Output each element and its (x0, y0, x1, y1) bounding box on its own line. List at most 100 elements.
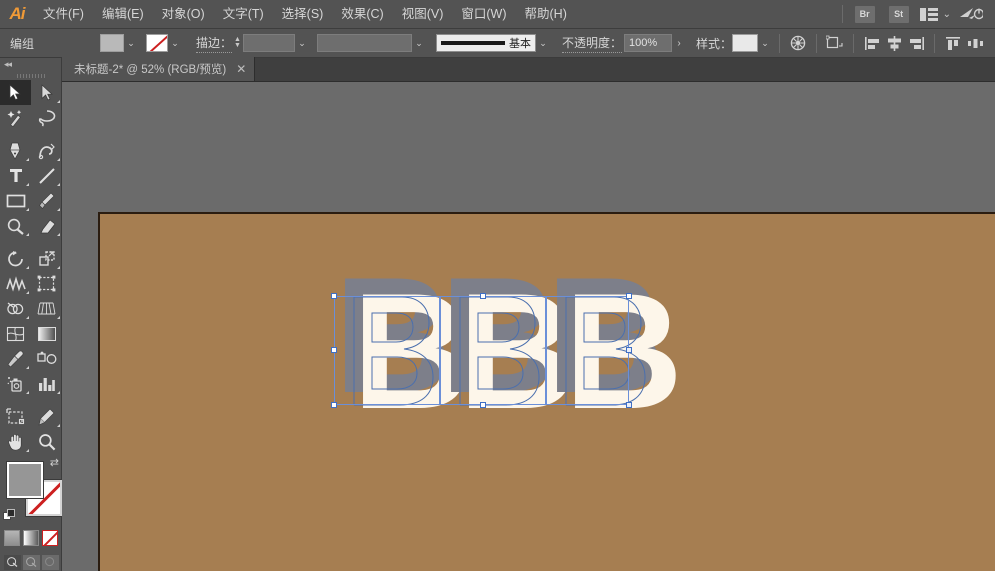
tool-perspective-grid[interactable] (31, 296, 62, 321)
tool-magic-wand[interactable] (0, 105, 31, 130)
style-chevron-icon[interactable]: ⌄ (758, 34, 772, 52)
stroke-color-swatch[interactable] (146, 34, 168, 52)
menu-object[interactable]: 对象(O) (153, 0, 214, 29)
canvas-area[interactable]: B B B B B B (62, 82, 995, 571)
screen-mode-full-icon[interactable] (41, 554, 59, 570)
variable-width-profile-input[interactable] (317, 34, 413, 52)
screen-mode-buttons (0, 550, 62, 571)
tool-curvature[interactable] (31, 138, 62, 163)
selection-handle-top-center[interactable] (480, 293, 486, 299)
opacity-input[interactable]: 100% (624, 34, 673, 52)
tool-mesh[interactable] (0, 321, 31, 346)
menu-edit[interactable]: 编辑(E) (93, 0, 153, 29)
tools-panel-collapse-button[interactable]: ◂◂ (0, 58, 61, 71)
selection-handle-bottom-left[interactable] (331, 402, 337, 408)
tool-column-graph[interactable] (31, 371, 62, 396)
stroke-weight-stepper[interactable]: ▲ ▼ (232, 34, 243, 52)
opacity-more-icon[interactable]: › (672, 34, 686, 52)
menu-effect[interactable]: 效果(C) (332, 0, 392, 29)
none-button[interactable] (42, 530, 58, 546)
brush-stroke-preview-icon (441, 41, 506, 45)
fill-dropdown-chevron-icon[interactable]: ⌄ (124, 34, 138, 52)
tool-lasso[interactable] (31, 105, 62, 130)
tool-zoom[interactable] (31, 429, 62, 454)
tool-hand[interactable] (0, 429, 31, 454)
gradient-button[interactable] (23, 530, 39, 546)
tool-line-segment[interactable] (31, 163, 62, 188)
menu-bar-right-cluster: Br St ⌄ (837, 0, 995, 29)
artboard[interactable]: B B B B B B (98, 212, 995, 571)
tool-rectangle[interactable] (0, 188, 31, 213)
tool-group-indicator-icon (26, 449, 29, 452)
tool-blend[interactable] (31, 346, 62, 371)
chevron-down-icon: ⌄ (942, 8, 951, 20)
menu-help[interactable]: 帮助(H) (516, 0, 576, 29)
tool-selection[interactable] (0, 80, 31, 105)
tool-pen[interactable] (0, 138, 31, 163)
menu-select[interactable]: 选择(S) (273, 0, 333, 29)
tool-width[interactable] (0, 271, 31, 296)
opacity-label: 不透明度： (562, 34, 623, 53)
align-top-icon[interactable] (942, 33, 964, 53)
menu-type[interactable]: 文字(T) (214, 0, 273, 29)
stock-icon[interactable]: St (888, 5, 909, 23)
swap-fill-stroke-icon[interactable]: ⇄ (50, 456, 59, 469)
screen-mode-normal-icon[interactable] (3, 554, 21, 570)
variable-width-chevron-icon[interactable]: ⌄ (412, 34, 426, 52)
selection-handle-middle-left[interactable] (331, 347, 337, 353)
graphic-style-swatch[interactable] (732, 34, 759, 52)
color-button[interactable] (4, 530, 20, 546)
style-label: 样式： (696, 36, 733, 51)
fill-color-indicator[interactable] (6, 461, 44, 499)
brush-chevron-icon[interactable]: ⌄ (536, 34, 550, 52)
selection-handle-bottom-center[interactable] (480, 402, 486, 408)
transform-icon[interactable] (824, 33, 846, 53)
menu-file[interactable]: 文件(F) (34, 0, 93, 29)
distribute-icon[interactable] (964, 33, 986, 53)
tool-scale[interactable] (31, 246, 62, 271)
selection-handle-middle-right[interactable] (626, 347, 632, 353)
tool-group-indicator-icon (57, 424, 60, 427)
bridge-icon[interactable]: Br (854, 5, 875, 23)
screen-mode-full-menu-icon[interactable] (22, 554, 40, 570)
illustrator-window: Ai 文件(F) 编辑(E) 对象(O) 文字(T) 选择(S) 效果(C) 视… (0, 0, 995, 571)
stroke-weight-chevron-icon[interactable]: ⌄ (295, 34, 309, 52)
tool-rotate[interactable] (0, 246, 31, 271)
workspace-switcher-icon[interactable]: ⌄ (919, 7, 951, 21)
align-center-horizontal-icon[interactable] (883, 33, 905, 53)
stroke-weight-input[interactable] (243, 34, 296, 52)
selection-handle-top-left[interactable] (331, 293, 337, 299)
tool-free-transform[interactable] (31, 271, 62, 296)
selection-type-label: 编组 (10, 36, 35, 51)
tool-paintbrush[interactable] (31, 188, 62, 213)
control-bar: 编组 ⌄ ⌄ 描边： ▲ ▼ ⌄ ⌄ 基本 ⌄ 不透明度： 100% › 样式： … (0, 29, 995, 58)
stroke-dropdown-chevron-icon[interactable]: ⌄ (168, 34, 182, 52)
align-left-icon[interactable] (861, 33, 883, 53)
tools-panel-drag-handle[interactable] (0, 71, 61, 80)
brush-definition-select[interactable]: 基本 (436, 34, 537, 52)
tool-eyedropper[interactable] (0, 346, 31, 371)
tool-group-indicator-icon (26, 316, 29, 319)
search-adobe-icon[interactable] (959, 6, 983, 22)
align-right-icon[interactable] (905, 33, 927, 53)
document-tab[interactable]: 未标题-2* @ 52% (RGB/预览) ✕ (62, 57, 256, 81)
tool-slice[interactable] (31, 404, 62, 429)
tool-shape-builder[interactable] (0, 296, 31, 321)
tool-type[interactable] (0, 163, 31, 188)
letters-group[interactable]: B B B B B B (331, 253, 683, 434)
default-fill-stroke-icon[interactable] (3, 509, 16, 522)
tool-shaper[interactable] (0, 213, 31, 238)
recolor-artwork-icon[interactable] (787, 33, 809, 53)
selection-handle-top-right[interactable] (626, 293, 632, 299)
close-icon[interactable]: ✕ (236, 62, 246, 76)
menu-window[interactable]: 窗口(W) (452, 0, 515, 29)
tool-symbol-sprayer[interactable] (0, 371, 31, 396)
color-mode-buttons (0, 526, 62, 550)
fill-color-swatch[interactable] (100, 34, 124, 52)
tool-artboard[interactable] (0, 404, 31, 429)
tool-direct-selection[interactable] (31, 80, 62, 105)
tool-eraser[interactable] (31, 213, 62, 238)
menu-view[interactable]: 视图(V) (393, 0, 453, 29)
tool-gradient[interactable] (31, 321, 62, 346)
selection-handle-bottom-right[interactable] (626, 402, 632, 408)
